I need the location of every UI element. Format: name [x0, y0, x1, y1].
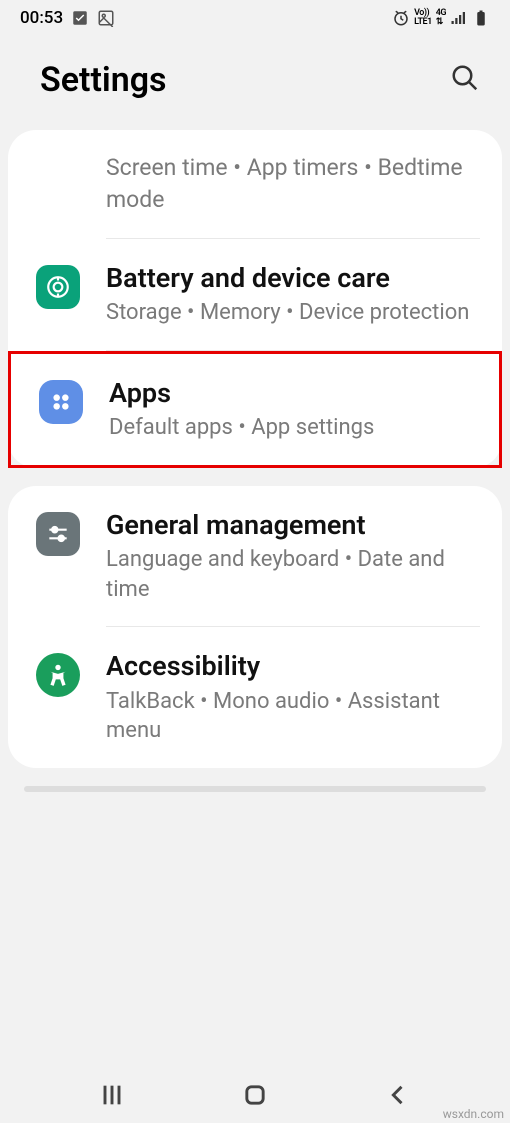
item-subtitle: TalkBack • Mono audio • Assistant menu: [106, 687, 480, 746]
settings-card-2: General management Language and keyboard…: [8, 486, 502, 768]
image-icon: [97, 9, 115, 27]
back-button[interactable]: [384, 1081, 412, 1109]
settings-card-1: Screen time • App timers • Bedtime mode …: [8, 130, 502, 468]
item-title: General management: [106, 508, 480, 543]
battery-icon: [472, 9, 490, 27]
status-time: 00:53: [20, 8, 63, 28]
status-bar: 00:53 Vo))LTE1 4G⇅: [0, 0, 510, 36]
settings-item-battery[interactable]: Battery and device care Storage • Memory…: [8, 239, 502, 350]
item-title: Apps: [109, 376, 477, 411]
page-title: Settings: [40, 60, 167, 100]
home-button[interactable]: [241, 1081, 269, 1109]
accessibility-icon: [36, 653, 80, 697]
navigation-bar: [0, 1067, 510, 1123]
signal-icon: [450, 9, 468, 27]
volte-indicator: Vo))LTE1: [414, 9, 432, 27]
status-left: 00:53: [20, 8, 115, 28]
checkbox-icon: [71, 9, 89, 27]
settings-item-digital-wellbeing[interactable]: Screen time • App timers • Bedtime mode: [8, 130, 502, 238]
alarm-icon: [392, 9, 410, 27]
network-4g: 4G⇅: [436, 9, 446, 27]
search-icon[interactable]: [450, 63, 480, 97]
watermark: wsxdn.com: [443, 1107, 504, 1121]
recent-apps-button[interactable]: [98, 1081, 126, 1109]
status-right: Vo))LTE1 4G⇅: [392, 9, 490, 27]
item-subtitle: Screen time • App timers • Bedtime mode: [106, 152, 480, 216]
settings-item-general[interactable]: General management Language and keyboard…: [8, 486, 502, 626]
settings-item-apps[interactable]: Apps Default apps • App settings: [8, 351, 502, 468]
battery-care-icon: [36, 265, 80, 309]
general-management-icon: [36, 512, 80, 556]
apps-icon: [39, 380, 83, 424]
item-title: Accessibility: [106, 649, 480, 684]
settings-item-accessibility[interactable]: Accessibility TalkBack • Mono audio • As…: [8, 627, 502, 767]
scroll-indicator: [24, 786, 486, 792]
item-title: Battery and device care: [106, 261, 480, 296]
item-subtitle: Storage • Memory • Device protection: [106, 298, 480, 328]
item-subtitle: Language and keyboard • Date and time: [106, 545, 480, 604]
item-subtitle: Default apps • App settings: [109, 413, 477, 443]
header: Settings: [0, 36, 510, 130]
